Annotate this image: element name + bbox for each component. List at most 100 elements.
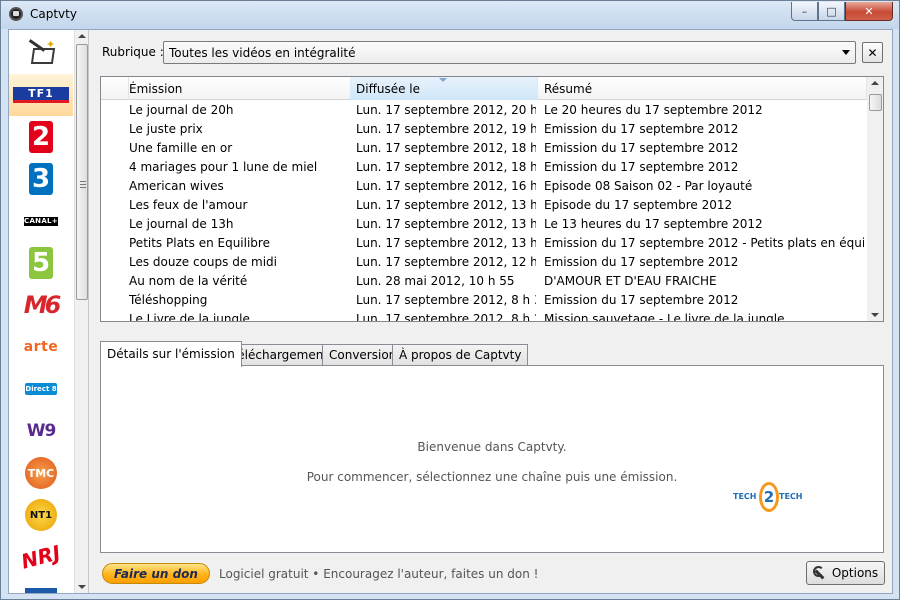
tmc-logo-icon: TMC [25,457,57,489]
sidebar-scrollbar[interactable] [74,30,88,593]
cell-emission: Le Livre de la jungle [129,312,250,322]
cell-diffusee: Lun. 17 septembre 2012, 12 h 50 [356,255,536,269]
cell-resume: Mission sauvetage - Le livre de la jungl… [544,312,785,322]
cell-diffusee: Lun. 17 septembre 2012, 16 h 35 [356,179,536,193]
cell-resume: Episode 08 Saison 02 - Par loyauté [544,179,753,193]
cell-resume: D'AMOUR ET D'EAU FRAICHE [544,274,717,288]
chevron-down-icon [842,50,850,55]
france3-logo-icon: 3 [29,163,53,195]
list-scroll-thumb[interactable] [869,94,882,111]
welcome-text: Bienvenue dans Captvty. [417,440,567,454]
close-button[interactable]: ✕ [845,2,893,21]
grip-icon [80,181,86,188]
france2-logo-icon: 2 [29,121,53,153]
nt1-logo-icon: NT1 [25,499,57,531]
cell-resume: Emission du 17 septembre 2012 [544,160,739,174]
cell-emission: 4 mariages pour 1 lune de miel [129,160,318,174]
channel-france3[interactable]: 3 [9,158,73,200]
canalplus-logo-icon: CANAL+ [24,216,58,226]
table-row[interactable]: Une famille en or Lun. 17 septembre 2012,… [101,139,867,158]
maximize-button[interactable]: □ [818,2,845,21]
cell-resume: Emission du 17 septembre 2012 - Petits p… [544,236,864,250]
channel-tf1[interactable]: TF1 [9,74,73,116]
client-area: ✦ TF1 2 3 CANAL+ 5 M6 arte Direct 8 W9 T… [8,29,893,594]
table-row[interactable]: Les feux de l'amour Lun. 17 septembre 201… [101,196,867,215]
table-row[interactable]: Petits Plats en Equilibre Lun. 17 septemb… [101,234,867,253]
cell-emission: Les douze coups de midi [129,255,278,269]
scroll-up-arrow-icon[interactable] [78,34,86,38]
cell-diffusee: Lun. 17 septembre 2012, 18 h 20 [356,141,536,155]
cell-diffusee: Lun. 17 septembre 2012, 20 h 00 [356,103,536,117]
table-row[interactable]: Au nom de la vérité Lun. 28 mai 2012, 10 … [101,272,867,291]
channel-w9[interactable]: W9 [9,410,73,452]
episode-list[interactable]: Émission Diffusée le Résumé Le journal d… [100,76,884,322]
cell-diffusee: Lun. 17 septembre 2012, 13 h 55 [356,198,536,212]
scroll-down-arrow-icon[interactable] [78,585,86,589]
cell-resume: Emission du 17 septembre 2012 [544,255,739,269]
wrench-icon [812,566,827,580]
table-row[interactable]: American wives Lun. 17 septembre 2012, 16… [101,177,867,196]
tab-a-propos[interactable]: À propos de Captvty [392,344,529,366]
channel-france2[interactable]: 2 [9,116,73,158]
channel-canalplus[interactable]: CANAL+ [9,200,73,242]
table-row[interactable]: Le journal de 20h Lun. 17 septembre 2012,… [101,101,867,120]
table-row[interactable]: Les douze coups de midi Lun. 17 septembre… [101,253,867,272]
title-bar[interactable]: Captvty – □ ✕ [1,1,899,29]
cell-diffusee: Lun. 17 septembre 2012, 8 h 20 [356,312,536,322]
magic-wand-icon: ✦ [26,38,56,68]
rubrique-label: Rubrique : [102,45,164,59]
m6-logo-icon: M6 [23,291,62,319]
rubrique-clear-button[interactable]: ✕ [862,42,883,63]
cell-emission: Une famille en or [129,141,233,155]
app-window: Captvty – □ ✕ ✦ TF1 2 3 CANAL+ 5 M6 arte… [0,0,900,600]
channel-partial[interactable] [9,578,73,593]
table-row[interactable]: Téléshopping Lun. 17 septembre 2012, 8 h … [101,291,867,310]
channel-sidebar: ✦ TF1 2 3 CANAL+ 5 M6 arte Direct 8 W9 T… [9,30,89,593]
nrj12-logo-icon: NRJ [18,540,64,574]
cell-emission: Petits Plats en Equilibre [129,236,270,250]
donate-button[interactable]: Faire un don [102,563,210,584]
rubrique-value: Toutes les vidéos en intégralité [169,46,356,60]
scroll-up-arrow-icon[interactable] [871,81,879,85]
arte-logo-icon: arte [23,339,59,355]
partial-logo-icon [25,588,57,593]
options-button[interactable]: Options [806,561,885,585]
minimize-button[interactable]: – [791,2,818,21]
france5-logo-icon: 5 [29,247,53,279]
channel-m6[interactable]: M6 [9,284,73,326]
channel-tmc[interactable]: TMC [9,452,73,494]
channel-nt1[interactable]: NT1 [9,494,73,536]
cell-diffusee: Lun. 17 septembre 2012, 13 h 00 [356,236,536,250]
tab-details[interactable]: Détails sur l'émission [100,341,242,367]
sort-indicator-icon [439,78,447,82]
channel-france5[interactable]: 5 [9,242,73,284]
cell-resume: Episode du 17 septembre 2012 [544,198,733,212]
rubrique-select[interactable]: Toutes les vidéos en intégralité [163,41,856,64]
table-row[interactable]: Le juste prix Lun. 17 septembre 2012, 19 … [101,120,867,139]
details-panel: Bienvenue dans Captvty. Pour commencer, … [100,365,884,553]
cell-emission: Le journal de 20h [129,103,234,117]
w9-logo-icon: W9 [26,421,57,441]
column-header-emission[interactable]: Émission [123,77,351,100]
cell-resume: Le 13 heures du 17 septembre 2012 [544,217,763,231]
channel-magic[interactable]: ✦ [9,32,73,74]
cell-emission: Les feux de l'amour [129,198,248,212]
table-row[interactable]: 4 mariages pour 1 lune de miel Lun. 17 se… [101,158,867,177]
window-title: Captvty [30,7,77,21]
scroll-down-arrow-icon[interactable] [871,313,879,317]
sidebar-scroll-thumb[interactable] [76,44,88,300]
cell-diffusee: Lun. 17 septembre 2012, 13 h 01 [356,217,536,231]
column-header-resume[interactable]: Résumé [538,77,867,100]
cell-diffusee: Lun. 17 septembre 2012, 19 h 45 [356,122,536,136]
table-row[interactable]: Le journal de 13h Lun. 17 septembre 2012,… [101,215,867,234]
channel-arte[interactable]: arte [9,326,73,368]
channel-nrj12[interactable]: NRJ [9,536,73,578]
table-row[interactable]: Le Livre de la jungle Lun. 17 septembre 2… [101,310,867,322]
channel-direct8[interactable]: Direct 8 [9,368,73,410]
list-header: Émission Diffusée le Résumé [101,77,867,100]
cell-emission: Téléshopping [129,293,208,307]
cell-diffusee: Lun. 28 mai 2012, 10 h 55 [356,274,515,288]
cell-resume: Emission du 17 septembre 2012 [544,141,739,155]
cell-resume: Emission du 17 septembre 2012 [544,122,739,136]
list-scrollbar[interactable] [867,77,883,321]
